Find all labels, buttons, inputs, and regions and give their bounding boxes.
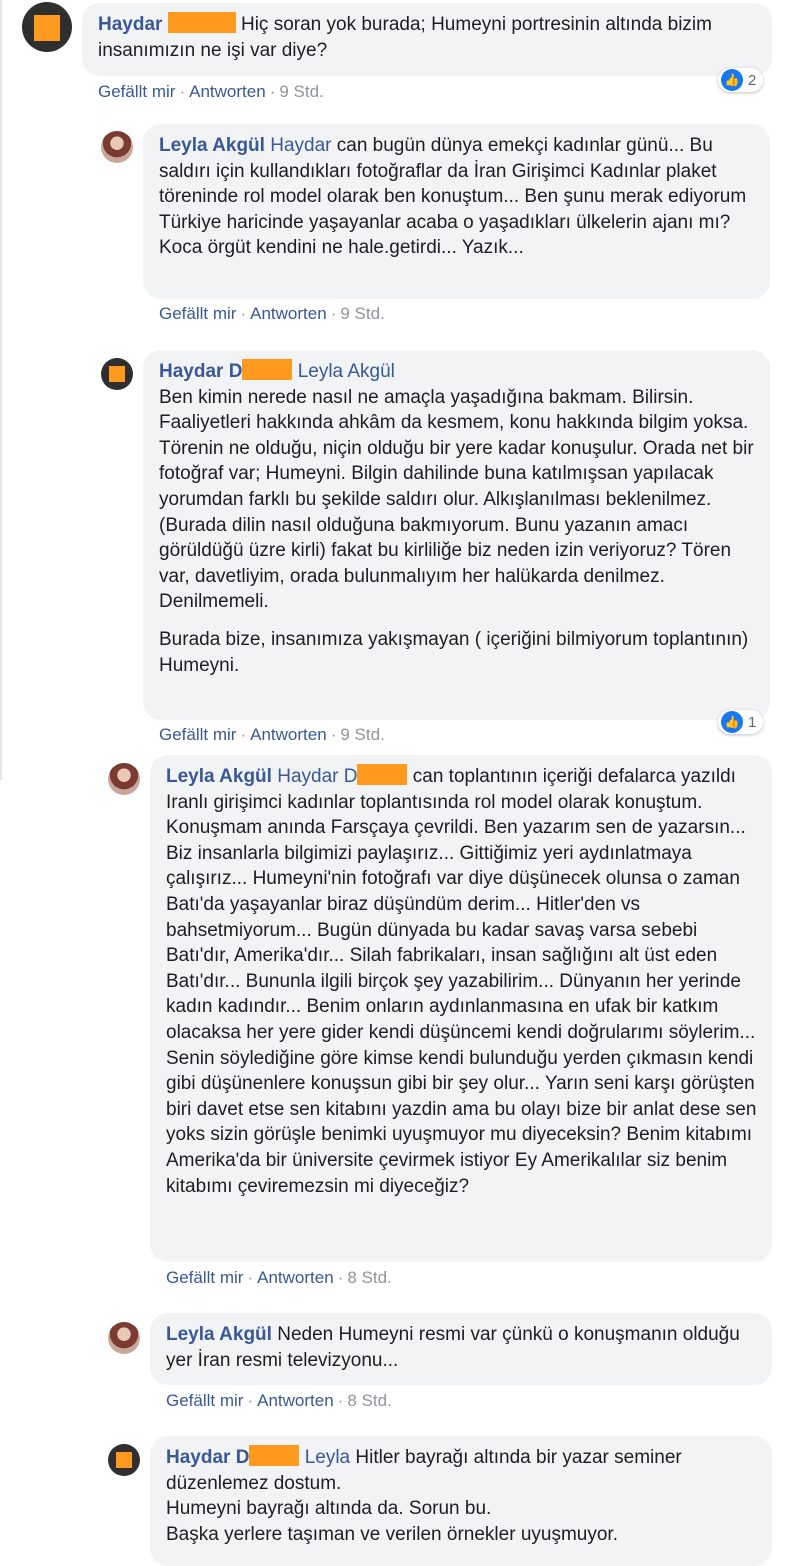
comment-actions: Gefällt mir · Antworten · 9 Std.: [98, 82, 324, 102]
reply-link[interactable]: Antworten: [257, 1268, 334, 1287]
comment-author[interactable]: Haydar: [98, 14, 162, 35]
timestamp[interactable]: 9 Std.: [279, 82, 323, 101]
avatar-haydar[interactable]: [108, 1444, 140, 1476]
comment-actions: Gefällt mir · Antworten · 8 Std.: [166, 1268, 392, 1288]
reaction-count[interactable]: 👍 2: [718, 68, 764, 92]
comment-actions: Gefällt mir · Antworten · 9 Std.: [159, 304, 385, 324]
separator: ·: [337, 1268, 344, 1287]
name-redaction: [357, 764, 408, 785]
timestamp[interactable]: 9 Std.: [340, 304, 384, 323]
like-link[interactable]: Gefällt mir: [166, 1391, 243, 1410]
separator: ·: [247, 1268, 254, 1287]
separator: ·: [330, 725, 337, 744]
avatar-haydar[interactable]: [22, 2, 72, 52]
comment-author[interactable]: Haydar D: [166, 1447, 249, 1468]
comment-actions: Gefällt mir · Antworten · 9 Std.: [159, 725, 385, 745]
comment-text-2: Burada bize, insanımıza yakışmayan ( içe…: [159, 628, 754, 676]
reaction-number: 2: [748, 71, 757, 89]
comment-bubble: Haydar D Leyla Hitler bayrağı altında bi…: [150, 1436, 772, 1566]
comment-text: can toplantının içeriği defalarca yazıld…: [166, 766, 762, 1197]
reply-link[interactable]: Antworten: [250, 304, 327, 323]
name-redaction: [167, 12, 236, 33]
redaction-block: [34, 15, 60, 41]
timestamp[interactable]: 8 Std.: [347, 1268, 391, 1287]
timestamp[interactable]: 9 Std.: [340, 725, 384, 744]
separator: ·: [337, 1391, 344, 1410]
like-link[interactable]: Gefällt mir: [98, 82, 175, 101]
mention-link[interactable]: Leyla: [305, 1447, 350, 1468]
avatar-haydar[interactable]: [101, 358, 133, 390]
like-link[interactable]: Gefällt mir: [166, 1268, 243, 1287]
comment-bubble: Haydar Hiç soran yok burada; Humeyni por…: [82, 3, 772, 76]
separator: ·: [269, 82, 276, 101]
like-reaction-icon: 👍: [721, 711, 743, 733]
comment-author[interactable]: Haydar D: [159, 361, 242, 382]
avatar-leyla[interactable]: [108, 763, 140, 795]
mention-link[interactable]: Haydar: [270, 135, 331, 156]
comment-author[interactable]: Leyla Akgül: [159, 135, 265, 156]
comment-author[interactable]: Leyla Akgül: [166, 1324, 272, 1345]
like-link[interactable]: Gefällt mir: [159, 725, 236, 744]
like-reaction-icon: 👍: [721, 69, 743, 91]
timestamp[interactable]: 8 Std.: [347, 1391, 391, 1410]
avatar-leyla[interactable]: [101, 131, 133, 163]
reply-link[interactable]: Antworten: [257, 1391, 334, 1410]
comment-bubble: Leyla Akgül Haydar can bugün dünya emekç…: [143, 124, 770, 299]
redaction-block: [109, 366, 125, 382]
reply-link[interactable]: Antworten: [250, 725, 327, 744]
separator: ·: [330, 304, 337, 323]
thread-line: [0, 0, 2, 780]
reaction-count[interactable]: 👍 1: [718, 710, 764, 734]
comment-author[interactable]: Leyla Akgül: [166, 766, 272, 787]
avatar-leyla[interactable]: [108, 1322, 140, 1354]
comment-bubble: Leyla Akgül Haydar D can toplantının içe…: [150, 755, 772, 1262]
separator: ·: [179, 82, 186, 101]
comment-actions: Gefällt mir · Antworten · 8 Std.: [166, 1391, 392, 1411]
reaction-number: 1: [748, 713, 757, 731]
name-redaction: [249, 1445, 300, 1466]
separator: ·: [247, 1391, 254, 1410]
name-redaction: [242, 359, 293, 380]
redaction-block: [116, 1452, 132, 1468]
separator: ·: [240, 304, 247, 323]
like-link[interactable]: Gefällt mir: [159, 304, 236, 323]
reply-link[interactable]: Antworten: [189, 82, 266, 101]
mention-link[interactable]: Haydar D: [277, 766, 357, 787]
comment-bubble: Leyla Akgül Neden Humeyni resmi var çünk…: [150, 1313, 772, 1385]
comment-text: Ben kimin nerede nasıl ne amaçla yaşadığ…: [159, 386, 754, 613]
mention-link[interactable]: Leyla Akgül: [298, 361, 395, 382]
separator: ·: [240, 725, 247, 744]
comment-bubble: Haydar D Leyla Akgül Ben kimin nerede na…: [143, 350, 770, 720]
